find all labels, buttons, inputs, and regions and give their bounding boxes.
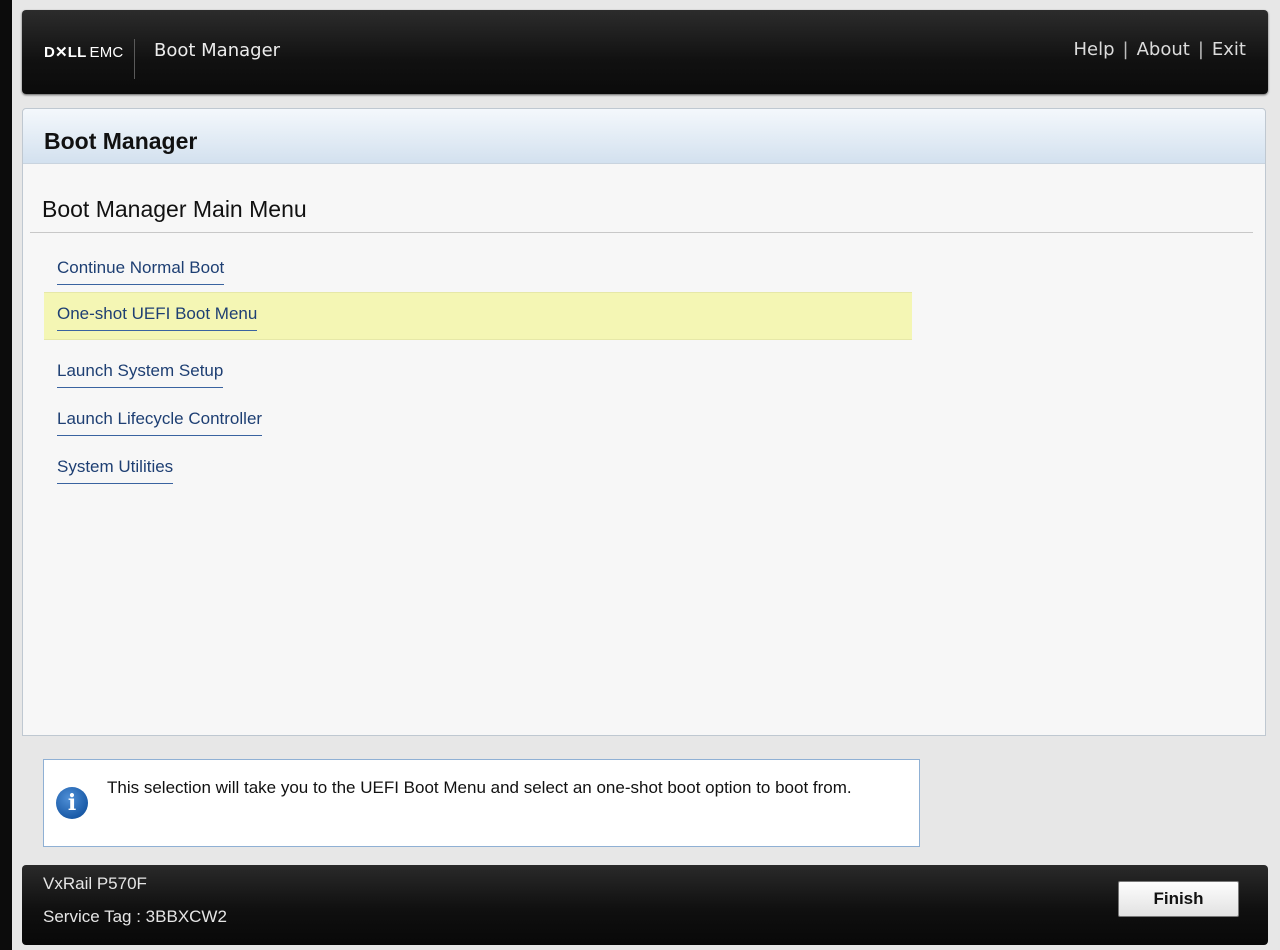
menu-link-label[interactable]: Launch System Setup bbox=[57, 361, 224, 388]
help-info-box: i This selection will take you to the UE… bbox=[43, 759, 920, 847]
section-divider bbox=[30, 232, 1253, 233]
help-link[interactable]: Help bbox=[1073, 39, 1114, 60]
menu-link-label[interactable]: System Utilities bbox=[57, 457, 174, 484]
main-panel: Boot Manager Boot Manager Main Menu Cont… bbox=[22, 108, 1266, 736]
logo-dell-text: D✕LL bbox=[44, 44, 87, 61]
bottom-bar: VxRail P570F Service Tag : 3BBXCW2 Finis… bbox=[22, 865, 1268, 945]
top-bar: D✕LL EMC Boot Manager Help | About | Exi… bbox=[22, 10, 1268, 94]
menu-link-label[interactable]: Launch Lifecycle Controller bbox=[57, 409, 263, 436]
panel-header: Boot Manager bbox=[23, 109, 1265, 164]
link-separator: | bbox=[1197, 39, 1204, 60]
system-model: VxRail P570F bbox=[43, 874, 147, 893]
exit-link[interactable]: Exit bbox=[1212, 39, 1246, 60]
info-icon: i bbox=[56, 787, 88, 819]
link-separator: | bbox=[1122, 39, 1129, 60]
section-title: Boot Manager Main Menu bbox=[42, 196, 307, 222]
menu-item-one-shot-uefi-boot-menu[interactable]: One-shot UEFI Boot Menu bbox=[44, 292, 912, 340]
bios-screen: D✕LL EMC Boot Manager Help | About | Exi… bbox=[12, 0, 1280, 950]
help-text: This selection will take you to the UEFI… bbox=[107, 778, 852, 797]
menu-link-label[interactable]: Continue Normal Boot bbox=[57, 258, 225, 285]
menu-link-label[interactable]: One-shot UEFI Boot Menu bbox=[57, 304, 258, 331]
logo-emc-text: EMC bbox=[89, 43, 124, 61]
app-title: Boot Manager bbox=[154, 40, 281, 61]
page-title: Boot Manager bbox=[44, 128, 198, 154]
service-tag: Service Tag : 3BBXCW2 bbox=[43, 907, 227, 926]
dell-emc-logo: D✕LL EMC bbox=[44, 42, 123, 62]
topbar-links: Help | About | Exit bbox=[1073, 39, 1246, 60]
finish-button[interactable]: Finish bbox=[1118, 881, 1239, 917]
about-link[interactable]: About bbox=[1137, 39, 1190, 60]
topbar-divider bbox=[134, 39, 135, 79]
